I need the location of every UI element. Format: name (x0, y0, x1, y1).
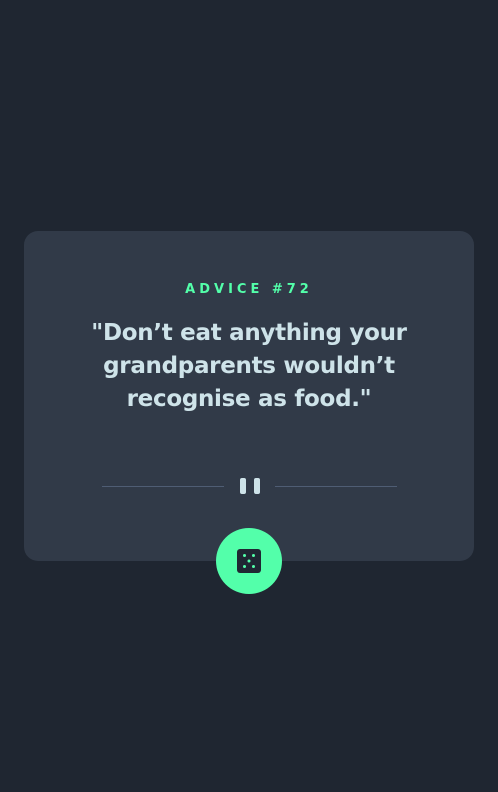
pause-icon (240, 478, 260, 494)
pattern-divider (102, 478, 397, 494)
divider-line-right (275, 486, 397, 487)
dice-icon (237, 549, 261, 573)
advice-quote: "Don’t eat anything your grandparents wo… (91, 320, 407, 412)
generate-advice-button[interactable] (216, 528, 282, 594)
advice-number: ADVICE #72 (185, 282, 313, 297)
divider-line-left (102, 486, 224, 487)
advice-card: ADVICE #72 "Don’t eat anything your gran… (24, 231, 474, 561)
